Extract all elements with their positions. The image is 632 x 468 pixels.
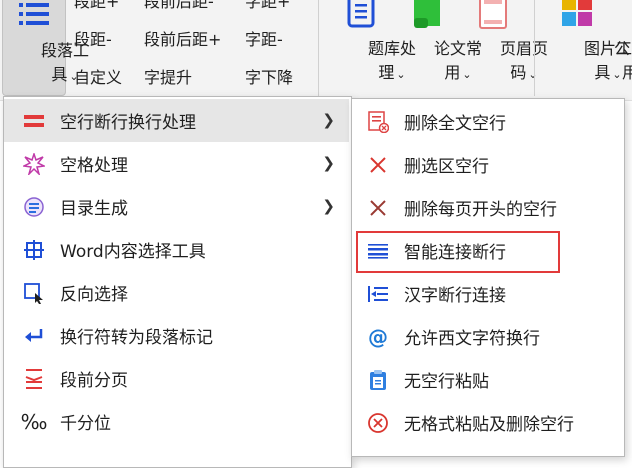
submenu-item-smart-join-lines[interactable]: 智能连接断行 bbox=[352, 229, 622, 272]
paragraph-tool-button[interactable]: 段落工 具 ⌄ bbox=[2, 0, 89, 96]
submenu-item-delete-selection-blank[interactable]: 删选区空行 bbox=[352, 143, 622, 186]
para-before-after-plus-button[interactable]: 段前后距+ bbox=[144, 30, 221, 50]
menu-item-space-processing[interactable]: 空格处理 ❯ bbox=[4, 142, 349, 185]
menu-item-label: 空行断行换行处理 bbox=[60, 113, 196, 133]
menu-item-reverse-select[interactable]: 反向选择 bbox=[4, 271, 349, 314]
question-bank-button[interactable]: 题库处 理 ⌄ bbox=[330, 0, 416, 96]
submenu-item-label: 允许西文字符换行 bbox=[404, 329, 540, 349]
public-label: 公 bbox=[614, 39, 631, 58]
menu-item-word-select-tool[interactable]: Word内容选择工具 bbox=[4, 228, 349, 271]
char-lower-button[interactable]: 字下降 bbox=[245, 68, 293, 88]
delete-doc-blank-icon bbox=[366, 110, 390, 134]
submenu-item-paste-no-blank[interactable]: 无空行粘贴 bbox=[352, 358, 622, 401]
image-tools-button[interactable]: 图片工 具 ⌄ bbox=[546, 0, 632, 96]
char-spacing-minus-button[interactable]: 字距- bbox=[245, 30, 283, 50]
public-button[interactable]: 公 用 bbox=[612, 0, 632, 96]
submenu-item-label: 删除每页开头的空行 bbox=[404, 200, 557, 220]
menu-item-per-mille[interactable]: ‰ 千分位 bbox=[4, 400, 349, 443]
header-footer-button[interactable]: 页眉页 码 ⌄ bbox=[462, 0, 548, 96]
char-raise-button[interactable]: 字提升 bbox=[144, 68, 192, 88]
space-burst-icon bbox=[22, 152, 46, 176]
header-footer-label-2: 码 bbox=[510, 63, 527, 82]
question-bank-icon bbox=[346, 0, 376, 36]
submenu-item-delete-page-start-blank[interactable]: 删除每页开头的空行 bbox=[352, 186, 622, 229]
chevron-right-icon: ❯ bbox=[322, 154, 335, 172]
no-format-paste-icon bbox=[366, 411, 390, 435]
header-footer-icon bbox=[478, 0, 508, 36]
paragraph-lines-icon bbox=[17, 1, 51, 37]
menu-item-linebreak-to-paragraph[interactable]: 换行符转为段落标记 bbox=[4, 314, 349, 357]
submenu-item-hanzi-join[interactable]: 汉字断行连接 bbox=[352, 272, 622, 315]
reverse-select-icon bbox=[22, 281, 46, 305]
return-arrow-icon bbox=[22, 324, 46, 348]
hanzi-join-icon bbox=[366, 282, 390, 306]
menu-item-label: 段前分页 bbox=[60, 371, 128, 391]
submenu-item-label: 删除全文空行 bbox=[404, 114, 506, 134]
menu-item-label: Word内容选择工具 bbox=[60, 242, 206, 262]
thesis-common-button[interactable]: 论文常 用 ⌄ bbox=[396, 0, 482, 96]
public-label-2: 用 bbox=[622, 63, 632, 82]
menu-item-label: 目录生成 bbox=[60, 199, 128, 219]
ribbon-divider bbox=[318, 0, 319, 96]
submenu-item-label: 汉字断行连接 bbox=[404, 286, 506, 306]
thesis-icon bbox=[410, 0, 444, 36]
image-tools-label-2: 具 bbox=[594, 63, 611, 82]
custom-button[interactable]: 自定义 bbox=[74, 68, 122, 88]
menu-item-label: 空格处理 bbox=[60, 156, 128, 176]
chevron-down-icon: ⌄ bbox=[528, 68, 538, 81]
smart-join-icon bbox=[366, 239, 390, 263]
menu-item-empty-line-processing[interactable]: 空行断行换行处理 ❯ bbox=[4, 99, 349, 142]
paragraph-tool-label-2: 具 bbox=[51, 65, 68, 84]
submenu-item-plain-paste-delete-blank[interactable]: 无格式粘贴及删除空行 bbox=[352, 401, 622, 444]
chevron-right-icon: ❯ bbox=[322, 111, 335, 129]
select-tool-icon bbox=[22, 238, 46, 262]
submenu-item-label: 删选区空行 bbox=[404, 157, 489, 177]
at-sign-icon: @ bbox=[368, 324, 388, 349]
x-dark-red-icon bbox=[366, 196, 390, 220]
ribbon-toolbar: 段落工 具 ⌄ 段距+ 段前后距- 字距+ 段距- 段前后距+ 字距- 自定义 字… bbox=[0, 0, 632, 101]
char-spacing-plus-button[interactable]: 字距+ bbox=[245, 0, 290, 12]
empty-line-submenu: 删除全文空行 删选区空行 删除每页开头的空行 智能连接断行 汉字断行连接 @ 允… bbox=[351, 98, 625, 457]
toc-icon bbox=[22, 195, 46, 219]
thesis-common-label-2: 用 bbox=[444, 63, 461, 82]
submenu-item-label: 无空行粘贴 bbox=[404, 372, 489, 392]
paragraph-tool-menu: 空行断行换行处理 ❯ 空格处理 ❯ 目录生成 ❯ Word内容选择工具 反向选择… bbox=[3, 96, 352, 468]
menu-item-toc-generation[interactable]: 目录生成 ❯ bbox=[4, 185, 349, 228]
submenu-item-allow-western-wrap[interactable]: @ 允许西文字符换行 bbox=[352, 315, 622, 358]
empty-line-icon bbox=[22, 109, 46, 133]
per-mille-icon: ‰ bbox=[20, 409, 48, 434]
para-before-after-minus-button[interactable]: 段前后距- bbox=[144, 0, 214, 12]
menu-item-label: 换行符转为段落标记 bbox=[60, 328, 213, 348]
chevron-right-icon: ❯ bbox=[322, 197, 335, 215]
submenu-item-delete-all-blank-lines[interactable]: 删除全文空行 bbox=[352, 100, 622, 143]
question-bank-label-2: 理 bbox=[378, 63, 395, 82]
para-spacing-plus-button[interactable]: 段距+ bbox=[74, 0, 119, 12]
menu-item-label: 反向选择 bbox=[60, 285, 128, 305]
clipboard-icon bbox=[366, 368, 390, 392]
submenu-item-label: 无格式粘贴及删除空行 bbox=[404, 415, 574, 435]
para-spacing-minus-button[interactable]: 段距- bbox=[74, 30, 112, 50]
page-break-icon bbox=[22, 367, 46, 391]
x-red-icon bbox=[366, 153, 390, 177]
menu-item-label: 千分位 bbox=[60, 414, 111, 434]
submenu-item-label: 智能连接断行 bbox=[404, 243, 506, 263]
image-tools-icon bbox=[560, 0, 594, 36]
ribbon-divider bbox=[534, 0, 535, 96]
menu-item-page-break-before[interactable]: 段前分页 bbox=[4, 357, 349, 400]
